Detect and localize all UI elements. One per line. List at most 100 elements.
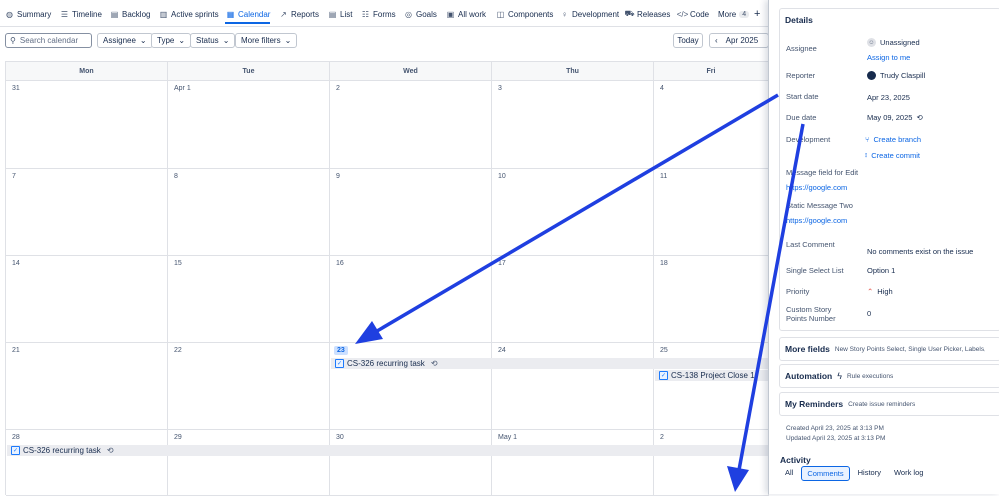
due-date-field[interactable]: May 09, 2025 ⟲ — [867, 113, 923, 122]
chevron-left-icon[interactable]: ‹ — [715, 36, 718, 45]
today-button[interactable]: Today — [673, 33, 703, 48]
day-cell[interactable]: 29 — [168, 430, 330, 496]
day-cell[interactable]: 7 — [6, 169, 168, 256]
day-cell[interactable]: 8 — [168, 169, 330, 256]
day-cell[interactable]: 31 — [6, 81, 168, 169]
reminders-section[interactable]: My Reminders Create issue reminders — [779, 392, 999, 416]
calendar-event[interactable]: ✓ CS-326 recurring task ⟲ — [331, 358, 768, 369]
assignee-field[interactable]: ☺ Unassigned — [867, 38, 920, 47]
status-filter[interactable]: Status ⌄ — [190, 33, 236, 48]
weekday-header: Fri — [654, 62, 769, 81]
tab-forms[interactable]: ☷ Forms — [361, 6, 396, 22]
calendar-event[interactable]: ✓ CS-138 Project Close 1 — [655, 370, 768, 381]
development-icon: ♀ — [561, 9, 568, 19]
tab-timeline[interactable]: ☰ Timeline — [60, 6, 102, 22]
day-number: Apr 1 — [174, 85, 191, 92]
tab-goals[interactable]: ◎ Goals — [404, 6, 437, 22]
lightning-icon: ϟ — [837, 371, 842, 381]
priority-field[interactable]: ⌃ High — [867, 287, 893, 296]
activity-tab-work-log[interactable]: Work log — [889, 466, 928, 481]
day-cell[interactable]: 24 — [492, 343, 654, 430]
day-cell[interactable]: 4 — [654, 81, 769, 169]
type-filter[interactable]: Type ⌄ — [151, 33, 192, 48]
more-count-badge: 4 — [739, 10, 750, 18]
activity-tab-all[interactable]: All — [780, 466, 798, 481]
day-cell[interactable]: 14 — [6, 256, 168, 343]
day-cell[interactable]: 2 — [330, 81, 492, 169]
day-cell[interactable]: 3 — [492, 81, 654, 169]
calendar-grid: Mon Tue Wed Thu Fri 31 Apr 1 2 3 4 7 8 9… — [5, 61, 769, 496]
single-select-field[interactable]: Option 1 — [867, 266, 895, 275]
tab-label: All work — [458, 9, 487, 19]
create-commit-link[interactable]: ⦂ Create commit — [865, 150, 920, 160]
day-cell[interactable]: 17 — [492, 256, 654, 343]
tab-label: Forms — [373, 9, 396, 19]
forms-icon: ☷ — [361, 9, 370, 19]
start-date-field[interactable]: Apr 23, 2025 — [867, 93, 910, 102]
tab-all-work[interactable]: ▣ All work — [446, 6, 486, 22]
activity-tab-comments[interactable]: Comments — [801, 466, 850, 481]
tab-list[interactable]: ▤ List — [328, 6, 353, 22]
day-number: 2 — [336, 85, 340, 92]
reports-icon: ↗ — [280, 9, 287, 19]
day-cell[interactable]: 9 — [330, 169, 492, 256]
message-field-link[interactable]: https://google.com — [786, 183, 847, 192]
tab-components[interactable]: ◫ Components — [496, 6, 554, 22]
day-cell[interactable]: 15 — [168, 256, 330, 343]
list-icon: ▤ — [328, 9, 337, 19]
story-points-field[interactable]: 0 — [867, 309, 871, 318]
single-select-label: Single Select List — [786, 266, 844, 275]
add-tab-button[interactable]: + — [754, 6, 760, 22]
day-number: 17 — [498, 260, 506, 267]
day-number: May 1 — [498, 434, 518, 441]
more-fields-section[interactable]: More fields New Story Points Select, Sin… — [779, 337, 999, 361]
day-cell[interactable]: 22 — [168, 343, 330, 430]
tab-backlog[interactable]: ▤ Backlog — [110, 6, 151, 22]
tab-active-sprints[interactable]: ▥ Active sprints — [159, 6, 219, 22]
day-number: 8 — [174, 173, 178, 180]
day-cell[interactable]: 2 — [654, 430, 769, 496]
tab-reports[interactable]: ↗ Reports — [279, 6, 319, 22]
tab-label: Development — [572, 9, 620, 19]
automation-title: Automation — [785, 371, 833, 381]
static-message-link[interactable]: https://google.com — [786, 216, 847, 225]
tab-code[interactable]: </> Code — [676, 6, 709, 22]
day-cell-today[interactable]: 23 — [330, 343, 492, 430]
reporter-field[interactable]: Trudy Claspill — [867, 71, 925, 80]
active-tab-indicator — [225, 22, 270, 24]
day-cell[interactable]: 11 — [654, 169, 769, 256]
create-branch-link[interactable]: ⑂ Create branch — [865, 135, 921, 144]
tab-label: Components — [508, 9, 554, 19]
assign-to-me-link[interactable]: Assign to me — [867, 53, 910, 62]
day-cell[interactable]: 30 — [330, 430, 492, 496]
day-cell[interactable]: 21 — [6, 343, 168, 430]
chevron-down-icon: ⌄ — [222, 36, 230, 45]
day-cell[interactable]: 10 — [492, 169, 654, 256]
last-comment-label: Last Comment — [786, 240, 835, 249]
tab-development[interactable]: ♀ Development — [560, 6, 620, 22]
assignee-filter[interactable]: Assignee ⌄ — [97, 33, 153, 48]
event-title: CS-138 Project Close 1 — [671, 371, 755, 380]
calendar-event[interactable]: ✓ CS-326 recurring task ⟲ — [7, 445, 768, 456]
event-title: CS-326 recurring task — [347, 359, 425, 368]
code-icon: </> — [676, 9, 689, 19]
filter-label: More filters — [241, 36, 281, 45]
day-cell[interactable]: Apr 1 — [168, 81, 330, 169]
month-navigator: ‹ Apr 2025 — [709, 33, 769, 48]
day-cell[interactable]: 18 — [654, 256, 769, 343]
more-filters-button[interactable]: More filters ⌄ — [235, 33, 298, 48]
tab-releases[interactable]: ⛟ Releases — [624, 6, 670, 22]
tab-calendar[interactable]: ▦ Calendar — [226, 6, 271, 22]
search-calendar-input[interactable]: ⚲ Search calendar — [5, 33, 92, 48]
more-tabs-button[interactable]: More 4 — [718, 6, 750, 22]
automation-section[interactable]: Automation ϟ Rule executions — [779, 364, 999, 388]
tab-label: Timeline — [72, 9, 102, 19]
day-cell[interactable]: 25 — [654, 343, 769, 430]
day-cell[interactable]: 28 — [6, 430, 168, 496]
more-label: More — [718, 9, 737, 19]
reminders-sub: Create issue reminders — [848, 400, 916, 408]
day-cell[interactable]: 16 — [330, 256, 492, 343]
tab-summary[interactable]: ◍ Summary — [5, 6, 51, 22]
day-cell[interactable]: May 1 — [492, 430, 654, 496]
activity-tab-history[interactable]: History — [853, 466, 886, 481]
